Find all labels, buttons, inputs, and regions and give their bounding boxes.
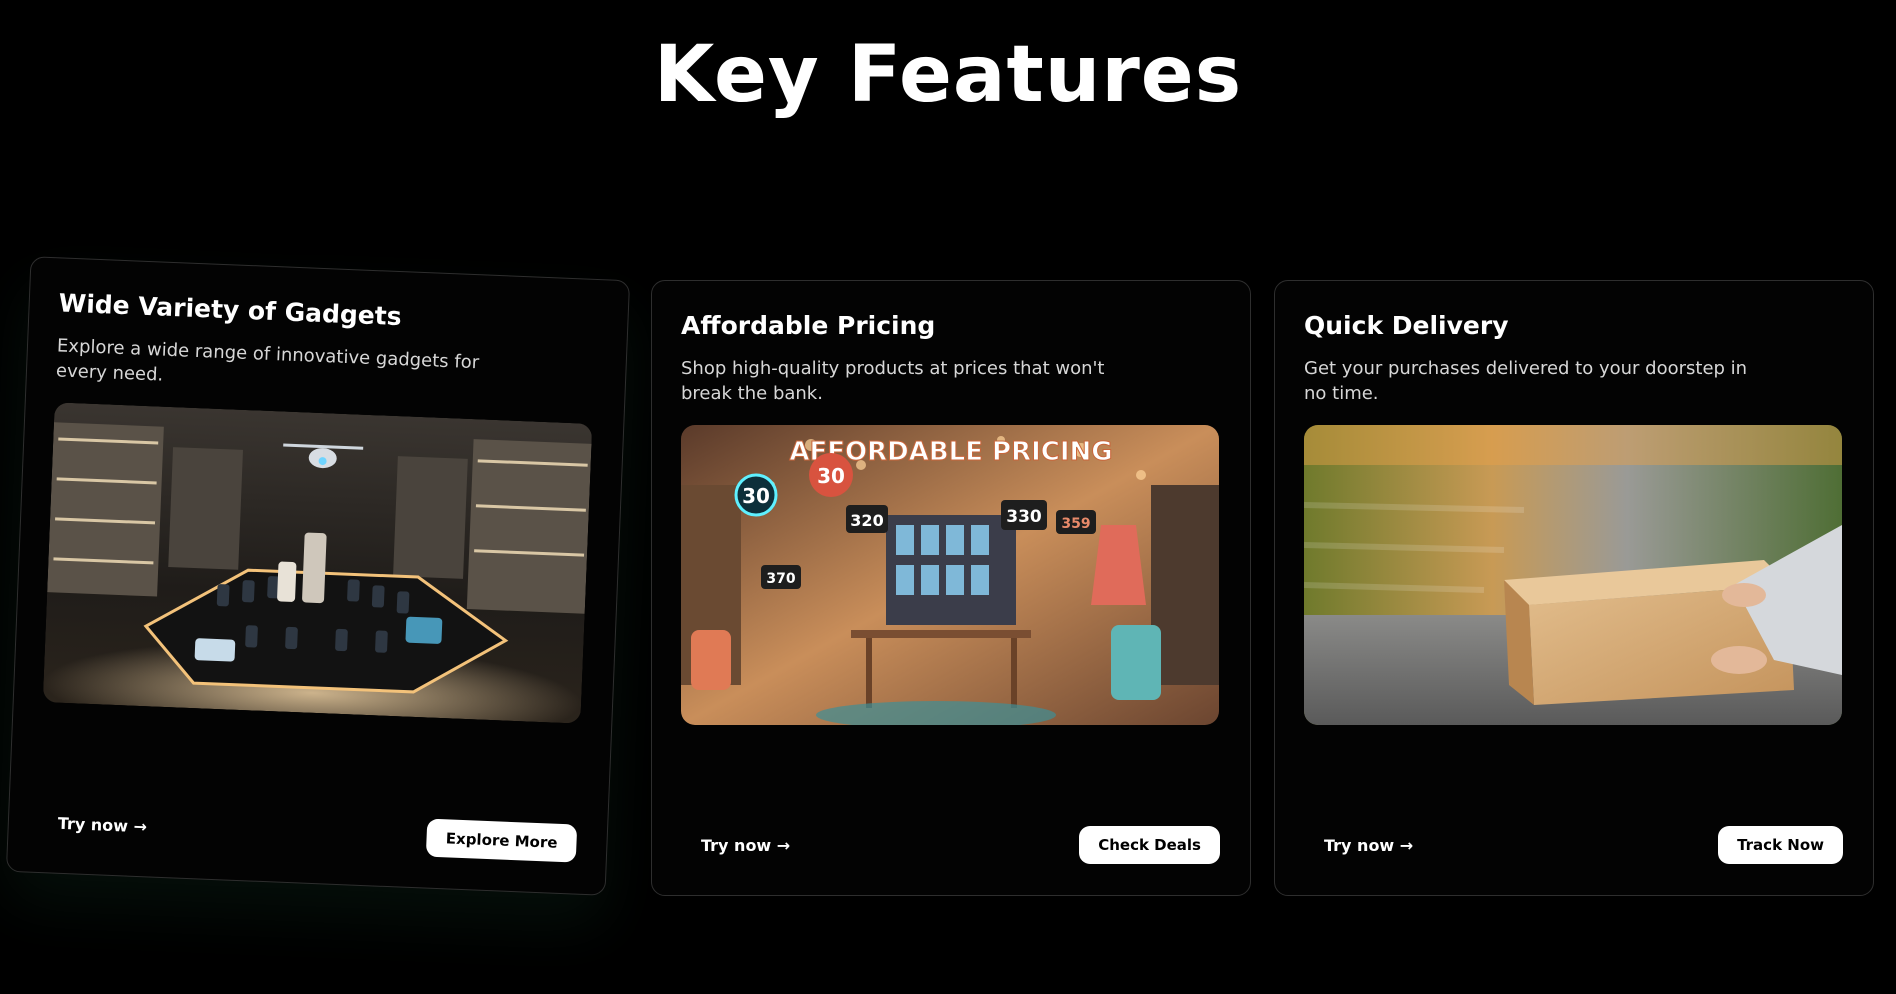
check-deals-button[interactable]: Check Deals bbox=[1079, 826, 1220, 864]
card-description: Get your purchases delivered to your doo… bbox=[1304, 358, 1748, 404]
feature-card-pricing: Affordable Pricing Shop high-quality pro… bbox=[651, 280, 1251, 896]
track-now-button[interactable]: Track Now bbox=[1718, 826, 1843, 864]
card-title: Wide Variety of Gadgets bbox=[58, 288, 403, 332]
feature-card-gadgets: Wide Variety of Gadgets Explore a wide r… bbox=[5, 256, 631, 896]
price-badge: 30 bbox=[817, 464, 845, 488]
delivery-package-image bbox=[1304, 425, 1842, 725]
card-title: Quick Delivery bbox=[1304, 311, 1509, 340]
gadget-store-image bbox=[42, 402, 593, 724]
card-description: Explore a wide range of innovative gadge… bbox=[55, 335, 480, 386]
price-tag: 359 bbox=[1061, 516, 1090, 532]
price-badge: 30 bbox=[742, 484, 770, 508]
feature-card-delivery: Quick Delivery Get your purchases delive… bbox=[1274, 280, 1874, 896]
try-now-link[interactable]: Try now → bbox=[1324, 836, 1413, 855]
section-title: Key Features bbox=[653, 30, 1243, 120]
try-now-link[interactable]: Try now → bbox=[57, 814, 147, 837]
explore-more-button[interactable]: Explore More bbox=[426, 818, 578, 863]
price-tag: 370 bbox=[766, 571, 795, 587]
try-now-link[interactable]: Try now → bbox=[701, 836, 790, 855]
price-tag: 320 bbox=[850, 511, 883, 530]
price-tag: 330 bbox=[1006, 507, 1042, 527]
key-features-section: Key Features Wide Variety of Gadgets Exp… bbox=[0, 0, 1896, 994]
affordable-pricing-store-image: AFFORDABLE PRICING 30 30 320 330 359 370 bbox=[681, 425, 1219, 725]
card-description: Shop high-quality products at prices tha… bbox=[681, 358, 1105, 404]
card-title: Affordable Pricing bbox=[681, 311, 936, 340]
